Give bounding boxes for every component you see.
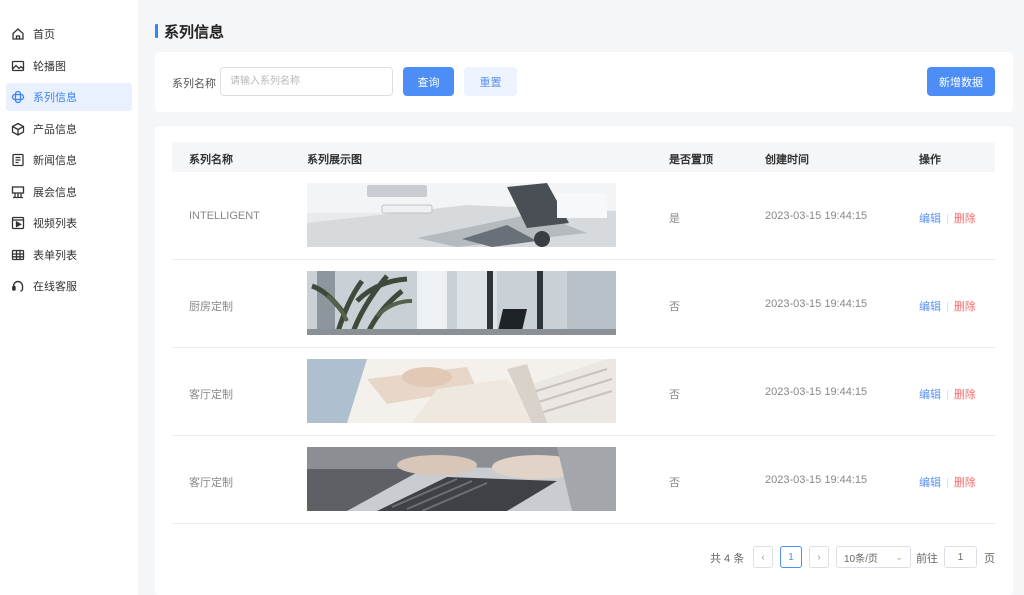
- sidebar-item-carousel[interactable]: 轮播图: [6, 52, 132, 80]
- series-image-thumbnail: [307, 271, 616, 335]
- sidebar-item-products[interactable]: 产品信息: [6, 115, 132, 143]
- sidebar-item-support[interactable]: 在线客服: [6, 272, 132, 300]
- series-icon: [11, 90, 25, 104]
- page-number-button[interactable]: 1: [780, 546, 802, 568]
- header-pinned: 是否置顶: [669, 154, 713, 166]
- header-actions: 操作: [919, 154, 941, 166]
- page-title-text: 系列信息: [164, 23, 225, 41]
- next-page-button[interactable]: ›: [809, 546, 829, 568]
- sidebar-item-label: 表单列表: [33, 249, 77, 262]
- page-unit-label: 页: [984, 553, 995, 565]
- form-icon: [11, 248, 25, 262]
- query-button[interactable]: 查询: [403, 67, 454, 96]
- cell-pinned: 是: [669, 213, 680, 225]
- filter-panel: 系列名称 查询 重置 新增数据: [155, 52, 1013, 112]
- sidebar-item-label: 系列信息: [33, 92, 77, 104]
- prev-page-button[interactable]: ‹: [753, 546, 773, 568]
- image-icon: [11, 59, 25, 73]
- header-series-image: 系列展示图: [307, 154, 362, 166]
- sidebar-item-label: 轮播图: [33, 60, 66, 73]
- header-series-name: 系列名称: [189, 154, 233, 166]
- video-icon: [11, 216, 25, 230]
- series-table: 系列名称 系列展示图 是否置顶 创建时间 操作 INTELLIGENT 是 20…: [155, 126, 1013, 595]
- edit-link[interactable]: 编辑: [919, 301, 941, 313]
- action-divider: |: [946, 477, 949, 489]
- sidebar: 首页 轮播图 系列信息 产品信息 新闻信息 展会信息 视频列表 表单列表 在线客…: [0, 0, 138, 595]
- goto-page-input[interactable]: 1: [944, 546, 977, 568]
- chevron-left-icon: ‹: [761, 551, 765, 563]
- series-image-thumbnail: [307, 183, 616, 247]
- chevron-right-icon: ›: [817, 551, 821, 563]
- page-size-value: 10条/页: [844, 553, 878, 565]
- cube-icon: [11, 122, 25, 136]
- sidebar-item-label: 首页: [33, 29, 55, 41]
- delete-link[interactable]: 删除: [954, 389, 976, 401]
- delete-link[interactable]: 删除: [954, 301, 976, 313]
- cell-series-name: INTELLIGENT: [189, 210, 260, 222]
- chevron-down-icon: ⌄: [895, 551, 903, 562]
- cell-pinned: 否: [669, 389, 680, 401]
- delete-link[interactable]: 删除: [954, 213, 976, 225]
- home-icon: [11, 27, 25, 41]
- add-data-button[interactable]: 新增数据: [927, 67, 995, 96]
- action-divider: |: [946, 213, 949, 225]
- cell-series-name: 客厅定制: [189, 477, 233, 489]
- delete-link[interactable]: 删除: [954, 477, 976, 489]
- header-created: 创建时间: [765, 154, 809, 166]
- reset-button[interactable]: 重置: [464, 67, 517, 96]
- edit-link[interactable]: 编辑: [919, 213, 941, 225]
- page-size-select[interactable]: 10条/页 ⌄: [836, 546, 911, 568]
- cell-created: 2023-03-15 19:44:15: [765, 298, 868, 310]
- cell-created: 2023-03-15 19:44:15: [765, 474, 868, 486]
- series-name-input[interactable]: [220, 67, 393, 96]
- table-row: INTELLIGENT 是 2023-03-15 19:44:15 编辑 | 删…: [172, 172, 995, 260]
- page-title: 系列信息: [155, 21, 224, 41]
- sidebar-item-news[interactable]: 新闻信息: [6, 146, 132, 174]
- pagination: 共 4 条 ‹ 1 › 10条/页 ⌄ 前往 1 页: [155, 546, 1013, 568]
- title-accent-bar: [155, 24, 158, 38]
- cell-pinned: 否: [669, 301, 680, 313]
- sidebar-item-videos[interactable]: 视频列表: [6, 209, 132, 237]
- edit-link[interactable]: 编辑: [919, 477, 941, 489]
- cell-pinned: 否: [669, 477, 680, 489]
- headset-icon: [11, 279, 25, 293]
- exhibition-icon: [11, 185, 25, 199]
- series-image-thumbnail: [307, 447, 616, 511]
- sidebar-item-label: 视频列表: [33, 218, 77, 230]
- pagination-total: 共 4 条: [710, 553, 745, 565]
- table-row: 厨房定制 否 2023-03-15 19:44:15 编辑 | 删除: [172, 260, 995, 348]
- series-image-thumbnail: [307, 359, 616, 423]
- news-icon: [11, 153, 25, 167]
- cell-series-name: 客厅定制: [189, 389, 233, 401]
- sidebar-item-label: 展会信息: [33, 186, 77, 199]
- sidebar-item-series[interactable]: 系列信息: [6, 83, 132, 111]
- table-row: 客厅定制 否 2023-03-15 19:44:15 编辑 | 删除: [172, 348, 995, 436]
- goto-label: 前往: [916, 553, 938, 565]
- action-divider: |: [946, 389, 949, 401]
- series-name-label: 系列名称: [172, 78, 216, 90]
- cell-created: 2023-03-15 19:44:15: [765, 386, 868, 398]
- sidebar-item-label: 在线客服: [33, 281, 77, 293]
- table-header: 系列名称 系列展示图 是否置顶 创建时间 操作: [172, 142, 995, 172]
- edit-link[interactable]: 编辑: [919, 389, 941, 401]
- action-divider: |: [946, 301, 949, 313]
- cell-created: 2023-03-15 19:44:15: [765, 210, 868, 222]
- sidebar-item-home[interactable]: 首页: [6, 20, 132, 48]
- sidebar-item-label: 产品信息: [33, 123, 77, 136]
- sidebar-item-label: 新闻信息: [33, 155, 77, 167]
- table-row: 客厅定制 否 2023-03-15 19:44:15 编辑 | 删除: [172, 436, 995, 524]
- sidebar-item-exhibition[interactable]: 展会信息: [6, 178, 132, 206]
- sidebar-item-forms[interactable]: 表单列表: [6, 241, 132, 269]
- cell-series-name: 厨房定制: [189, 301, 233, 313]
